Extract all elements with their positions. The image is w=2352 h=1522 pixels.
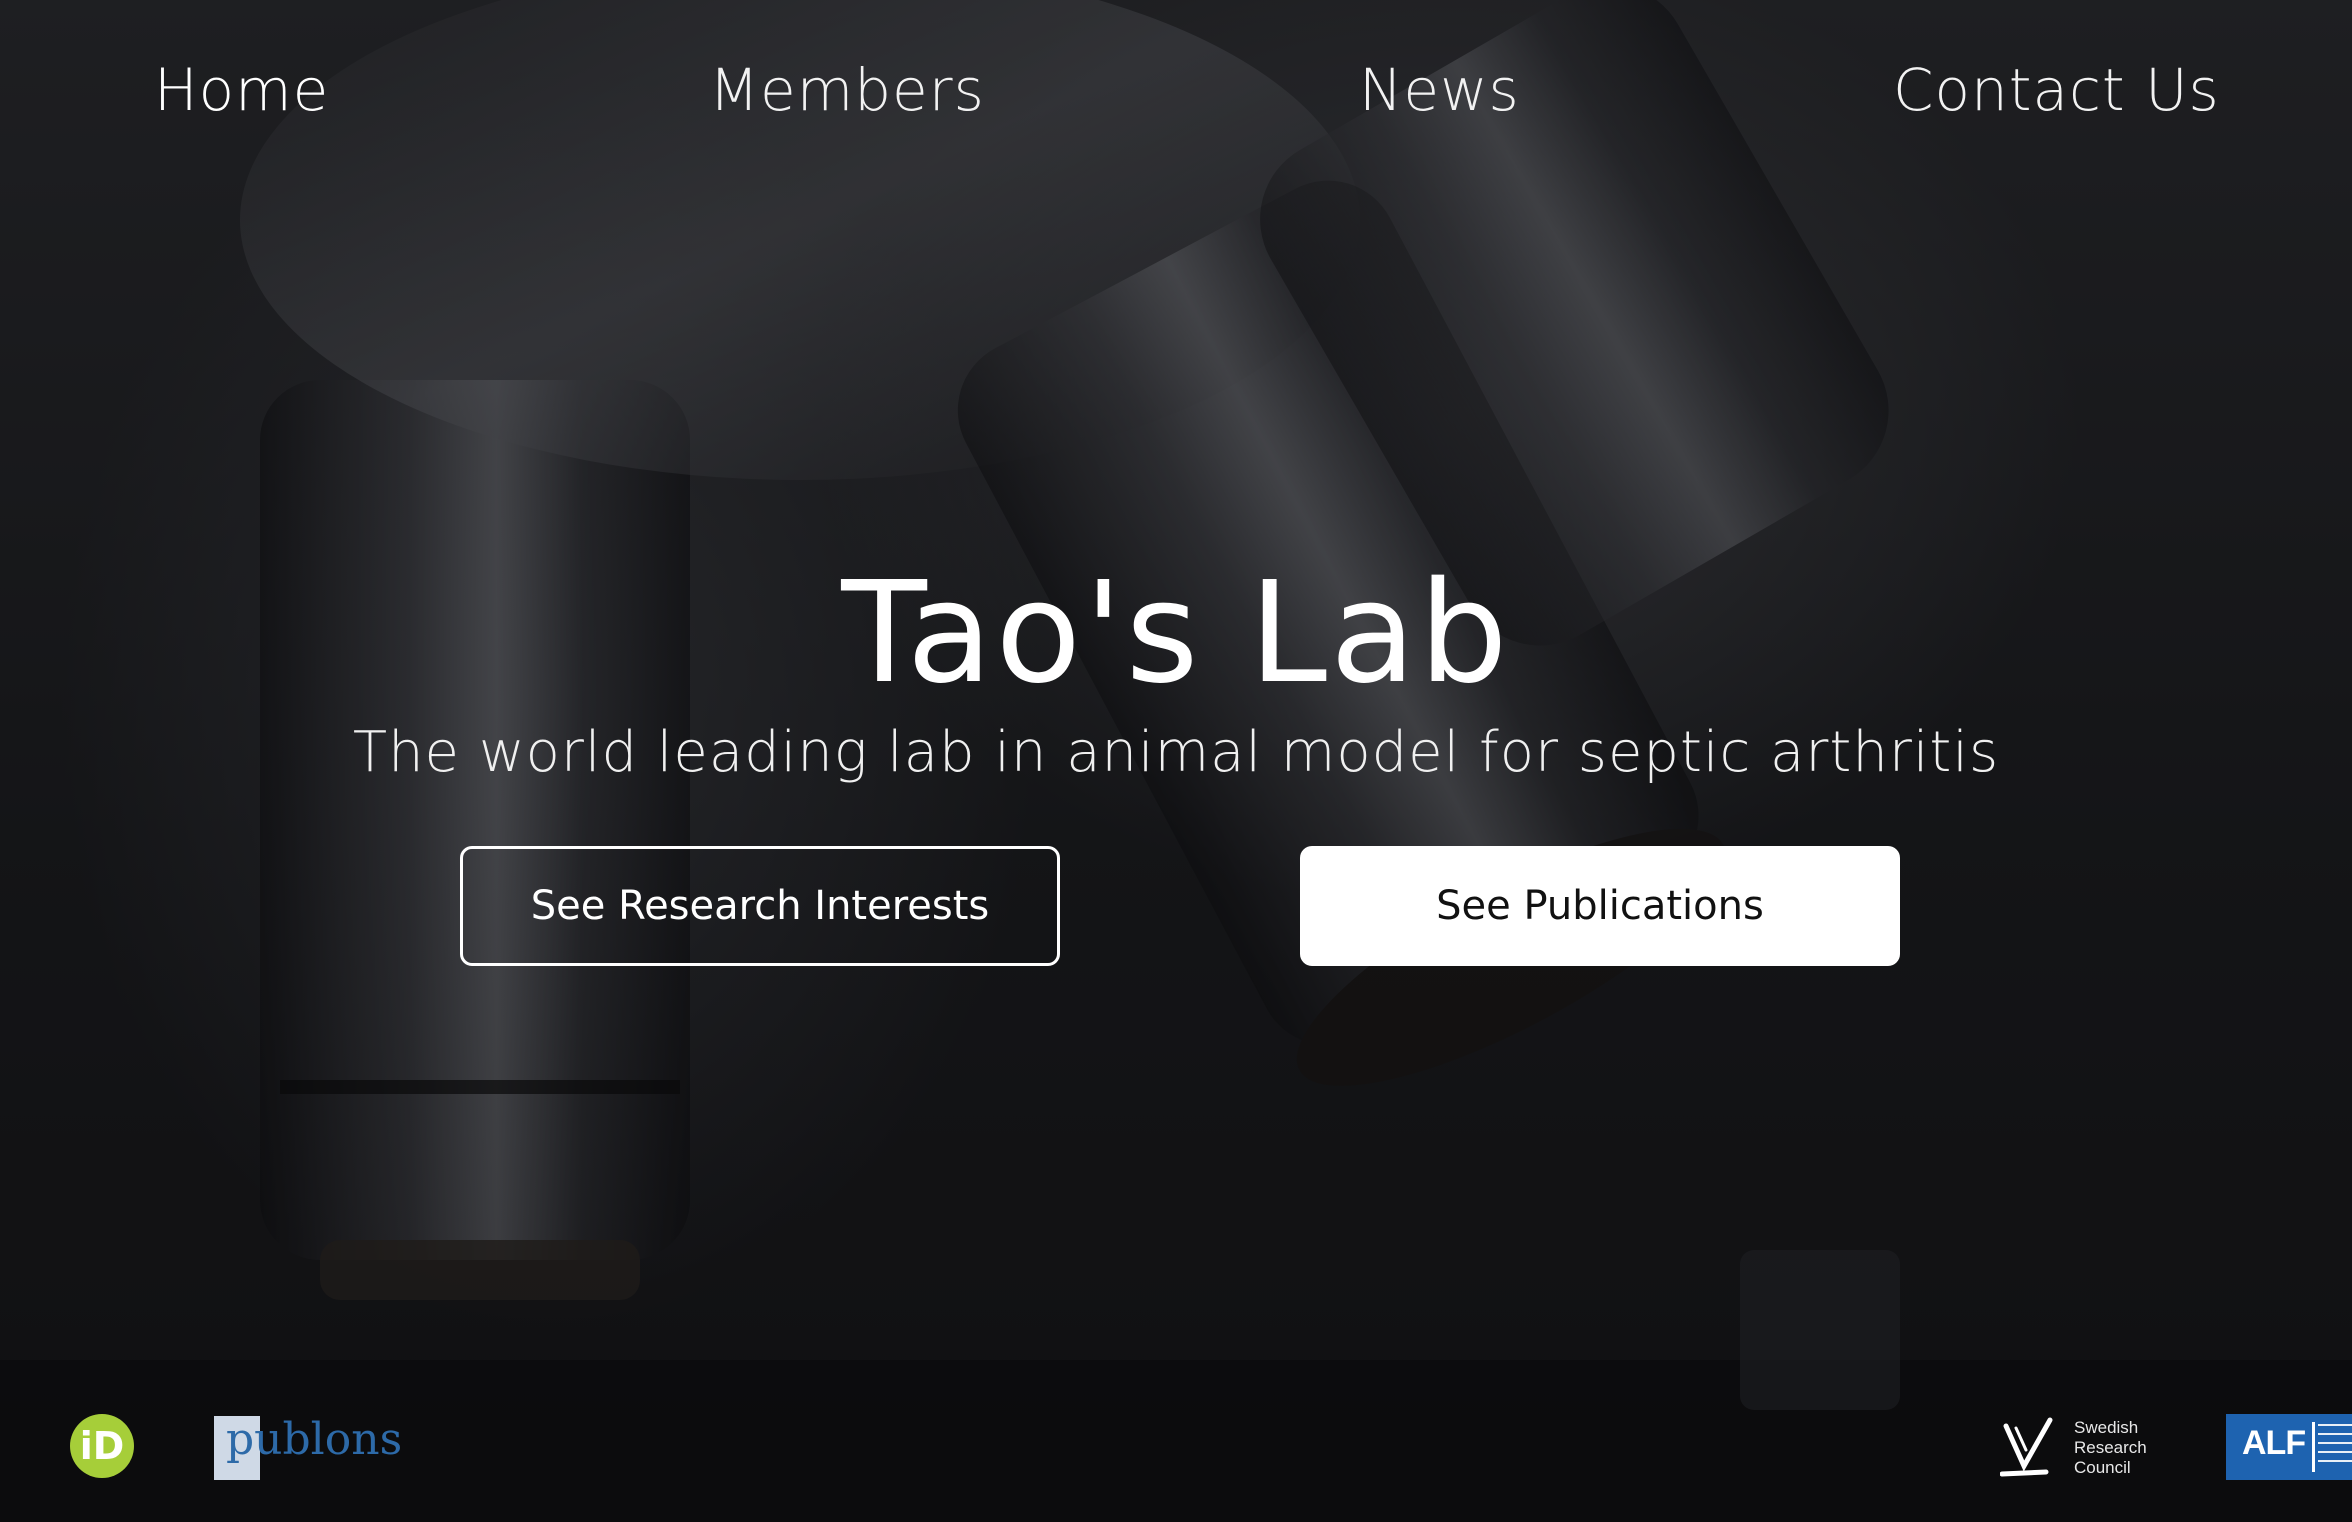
nav-contact-link[interactable]: Contact Us bbox=[1893, 56, 2220, 124]
see-research-interests-button[interactable]: See Research Interests bbox=[460, 846, 1060, 966]
hero-subtitle: The world leading lab in animal model fo… bbox=[352, 720, 2000, 785]
vr-line-2: Research bbox=[2074, 1438, 2147, 1457]
swedish-research-council-logo[interactable]: Swedish Research Council bbox=[2000, 1416, 2160, 1486]
vr-line-3: Council bbox=[2074, 1458, 2131, 1477]
vr-line-1: Swedish bbox=[2074, 1418, 2139, 1437]
hero-title: Tao's Lab bbox=[841, 552, 1511, 715]
nav-home-link[interactable]: Home bbox=[154, 56, 329, 124]
orcid-icon[interactable]: iD bbox=[70, 1414, 134, 1478]
main-navigation: Home Members News Contact Us bbox=[0, 0, 2352, 180]
see-publications-button[interactable]: See Publications bbox=[1300, 846, 1900, 966]
alf-text: ALF bbox=[2242, 1424, 2306, 1462]
publons-text: publons bbox=[226, 1414, 403, 1465]
alf-fine-print bbox=[2318, 1424, 2352, 1468]
publons-logo[interactable]: publons bbox=[214, 1410, 402, 1480]
alf-divider bbox=[2312, 1422, 2315, 1472]
alf-logo[interactable]: ALF bbox=[2226, 1414, 2352, 1480]
landing-page: Home Members News Contact Us Tao's Lab T… bbox=[0, 0, 2352, 1522]
nav-members-link[interactable]: Members bbox=[709, 56, 985, 124]
nav-news-link[interactable]: News bbox=[1359, 56, 1520, 124]
research-council-mark-icon bbox=[2000, 1417, 2053, 1477]
